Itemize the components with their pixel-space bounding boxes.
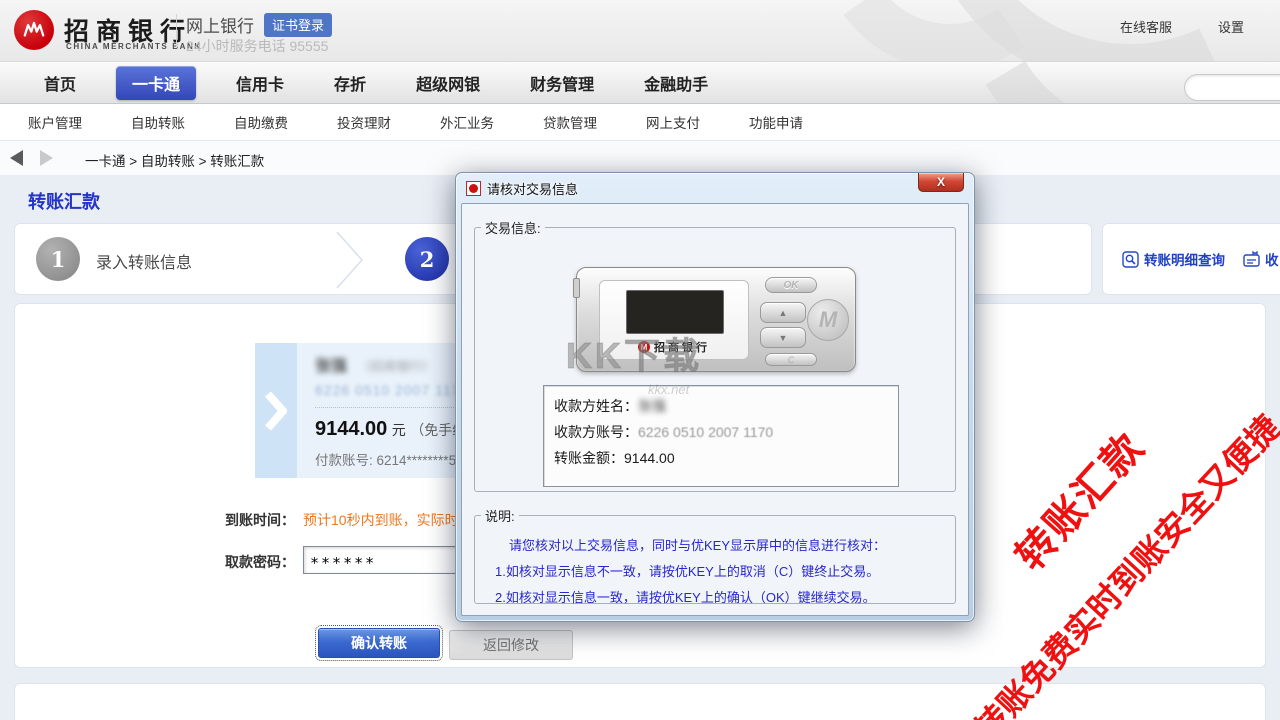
subnav-function-apply[interactable]: 功能申请 — [749, 112, 803, 132]
tab-super-ebank[interactable]: 超级网银 — [406, 66, 490, 100]
transaction-info-legend: 交易信息: — [481, 218, 545, 237]
payee-account-label: 收款方账号： — [554, 424, 638, 440]
payee-card-icon — [1243, 251, 1260, 268]
site-url-watermark: kkx.net — [648, 382, 689, 397]
confirm-transfer-button[interactable]: 确认转账 — [318, 628, 440, 658]
transaction-info-fieldset: 交易信息: M 招商银行 OK ▲ ▼ C M — [474, 218, 956, 492]
subnav-online-payment[interactable]: 网上支付 — [646, 112, 700, 132]
subnav-account-mgmt[interactable]: 账户管理 — [28, 112, 82, 132]
dialog-titlebar[interactable]: 请核对交易信息 — [456, 173, 974, 203]
payee-mgmt-link[interactable]: 收 — [1243, 249, 1279, 269]
payee-account-value: 6226 0510 2007 1170 — [638, 424, 773, 440]
sub-nav: 账户管理 自助转账 自助缴费 投资理财 外汇业务 贷款管理 网上支付 功能申请 — [0, 104, 1280, 141]
product-name: 网上银行 — [186, 12, 254, 37]
tab-home[interactable]: 首页 — [34, 66, 86, 100]
arrival-time-note: 预计10秒内到账，实际时间 — [303, 510, 473, 530]
summary-payee-line: 张强 （招商银行） — [315, 352, 435, 376]
step-2-circle: 2 — [405, 237, 449, 281]
tab-all-in-one-card[interactable]: 一卡通 — [116, 66, 196, 100]
amount-label: 转账金额： — [554, 450, 624, 466]
main-nav-tabs: 首页 一卡通 信用卡 存折 超级网银 财务管理 金融助手 — [34, 62, 718, 104]
ukey-down-button: ▼ — [760, 327, 806, 348]
breadcrumb-bar: 一卡通 > 自助转账 > 转账汇款 — [0, 141, 1280, 175]
cmb-logo-icon — [14, 10, 54, 50]
online-service-link[interactable]: 在线客服 — [1120, 17, 1172, 36]
step-1-label: 录入转账信息 — [96, 249, 192, 273]
cert-login-badge: 证书登录 — [264, 13, 332, 37]
payee-mgmt-label: 收 — [1265, 249, 1279, 269]
dialog-body: 交易信息: M 招商银行 OK ▲ ▼ C M — [461, 203, 969, 616]
subnav-forex[interactable]: 外汇业务 — [440, 112, 494, 132]
ukey-m-emblem: M — [807, 299, 849, 341]
breadcrumb: 一卡通 > 自助转账 > 转账汇款 — [85, 150, 264, 170]
ukey-notch — [573, 278, 580, 298]
ukey-cancel-button: C — [765, 353, 817, 366]
instructions-fieldset: 说明: 请您核对以上交易信息，同时与优KEY显示屏中的信息进行核对： 1.如核对… — [474, 506, 956, 604]
dialog-close-button[interactable]: X — [918, 173, 964, 192]
transfer-amount: 9144.00 — [315, 418, 387, 440]
bank-name-en: CHINA MERCHANTS BANK — [66, 42, 202, 51]
payee-name-masked: 张强 — [315, 358, 347, 375]
page: 招商银行 CHINA MERCHANTS BANK 网上银行 证书登录 24小时… — [0, 0, 1280, 720]
subnav-investment[interactable]: 投资理财 — [337, 112, 391, 132]
bottom-panel — [14, 683, 1266, 720]
payee-name-value: 张强 — [638, 398, 666, 414]
dialog-payee-account-row: 收款方账号：6226 0510 2007 1170 — [554, 419, 888, 445]
forward-arrow-icon[interactable] — [40, 150, 53, 166]
payer-account-line: 付款账号: 6214********5 — [315, 449, 456, 469]
ukey-up-button: ▲ — [760, 302, 806, 323]
subnav-self-payment[interactable]: 自助缴费 — [234, 112, 288, 132]
tab-finance-assistant[interactable]: 金融助手 — [634, 66, 718, 100]
instructions-legend: 说明: — [481, 506, 519, 525]
cmb-m-glyph — [21, 17, 47, 43]
search-input[interactable] — [1184, 74, 1280, 101]
header: 招商银行 CHINA MERCHANTS BANK 网上银行 证书登录 24小时… — [0, 0, 1280, 62]
tab-passbook[interactable]: 存折 — [324, 66, 376, 100]
verify-transaction-dialog: 请核对交易信息 X 交易信息: M 招商银行 OK ▲ — [455, 172, 975, 622]
withdraw-password-label: 取款密码： — [223, 552, 295, 572]
back-modify-button[interactable]: 返回修改 — [449, 630, 573, 660]
subnav-loan-mgmt[interactable]: 贷款管理 — [543, 112, 597, 132]
chevron-right-icon — [265, 392, 287, 430]
step-1-circle: 1 — [36, 237, 80, 281]
subnav-self-transfer[interactable]: 自助转账 — [131, 112, 185, 132]
arrival-time-label: 到账时间： — [223, 510, 295, 530]
service-hotline: 24小时服务电话 95555 — [186, 36, 328, 56]
transfer-detail-query-link[interactable]: 转账明细查询 — [1122, 249, 1225, 269]
dialog-title: 请核对交易信息 — [487, 179, 578, 198]
site-watermark: KK下载 — [566, 327, 702, 379]
ukey-ok-button: OK — [765, 277, 817, 293]
amount-value: 9144.00 — [624, 450, 675, 466]
settings-link[interactable]: 设置 — [1218, 17, 1244, 36]
back-arrow-icon[interactable] — [10, 150, 23, 166]
instruction-line-2: 2.如核对显示信息一致，请按优KEY上的确认（OK）键继续交易。 — [475, 585, 955, 611]
amount-unit: 元 — [392, 422, 406, 438]
tab-finance-mgmt[interactable]: 财务管理 — [520, 66, 604, 100]
payee-name-label: 收款方姓名： — [554, 398, 638, 414]
main-nav: 首页 一卡通 信用卡 存折 超级网银 财务管理 金融助手 — [0, 62, 1280, 104]
payee-account-masked: 6226 0510 2007 1170 — [315, 382, 469, 398]
header-divider — [176, 14, 177, 48]
instruction-line-1: 1.如核对显示信息不一致，请按优KEY上的取消（C）键终止交易。 — [475, 559, 955, 585]
withdraw-password-input[interactable] — [303, 546, 475, 574]
summary-chevron-strip — [255, 343, 297, 478]
instruction-line-0: 请您核对以上交易信息，同时与优KEY显示屏中的信息进行核对： — [475, 525, 955, 559]
tab-credit-card[interactable]: 信用卡 — [226, 66, 294, 100]
dialog-payee-name-row: 收款方姓名：张强 — [554, 393, 888, 419]
payee-bank-masked: （招商银行） — [357, 359, 435, 374]
dialog-amount-row: 转账金额：9144.00 — [554, 445, 888, 471]
magnifier-icon — [1122, 251, 1139, 268]
page-title: 转账汇款 — [28, 188, 100, 214]
step-separator-chevron — [336, 231, 366, 289]
transfer-detail-query-label: 转账明细查询 — [1144, 249, 1225, 269]
dialog-cmb-icon — [466, 181, 481, 196]
transaction-detail-box: 收款方姓名：张强 收款方账号：6226 0510 2007 1170 转账金额：… — [543, 385, 899, 487]
